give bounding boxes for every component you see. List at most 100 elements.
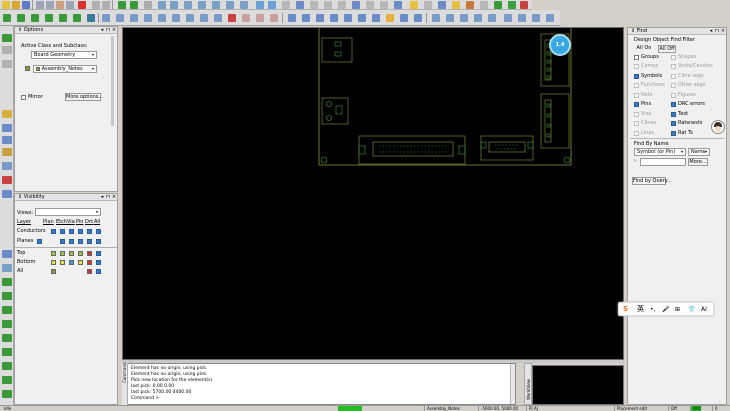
copy-icon[interactable] [36, 1, 44, 9]
glossing-icon[interactable] [2, 390, 12, 398]
redraw-icon[interactable] [256, 1, 264, 9]
edit-icon[interactable] [56, 1, 64, 9]
visibility-icon[interactable] [366, 1, 374, 9]
dimension-icon[interactable] [214, 14, 222, 22]
find-name-input[interactable] [640, 158, 686, 166]
sogou-logo-icon[interactable]: S [623, 305, 628, 314]
top-etch-swatch[interactable] [60, 251, 65, 256]
merge-icon[interactable] [172, 14, 180, 22]
punctuation-icon[interactable]: •, [650, 305, 655, 314]
planes-pin-checkbox[interactable] [69, 239, 74, 244]
sliders-icon[interactable] [2, 148, 12, 156]
command-window[interactable]: Element has no origin, using pick. Eleme… [122, 363, 516, 405]
swap-icon[interactable] [288, 14, 296, 22]
spread-icon[interactable] [73, 14, 81, 22]
properties-icon[interactable] [66, 1, 74, 9]
shapes-checkbox[interactable] [671, 55, 676, 60]
report-icon[interactable] [480, 1, 488, 9]
all-plan-swatch[interactable] [51, 269, 56, 274]
panel-close-icon[interactable]: × [111, 194, 117, 201]
snap-icon[interactable] [324, 1, 332, 9]
conductors-via-checkbox[interactable] [60, 229, 65, 234]
pencil-icon[interactable] [2, 110, 12, 118]
panel-close-icon[interactable]: × [720, 28, 726, 35]
keyboard-icon[interactable]: ⊞ [675, 305, 680, 314]
all-all-checkbox[interactable] [96, 269, 101, 274]
tune-icon[interactable] [2, 362, 12, 370]
nets-checkbox[interactable] [634, 93, 639, 98]
zoom-world-icon[interactable] [226, 1, 234, 9]
ungroup-icon[interactable] [414, 14, 422, 22]
arc-icon[interactable] [2, 306, 12, 314]
step-icon[interactable] [532, 14, 540, 22]
clines-checkbox[interactable] [634, 121, 639, 126]
delay-tune-icon[interactable] [31, 14, 39, 22]
avatar[interactable]: 1.4 [549, 34, 571, 56]
highlight-icon[interactable] [410, 1, 418, 9]
wire-icon[interactable] [2, 292, 12, 300]
views-select[interactable]: ▾ [35, 208, 101, 216]
color-icon[interactable] [352, 1, 360, 9]
circle-icon[interactable] [130, 14, 138, 22]
bottom-drc-swatch[interactable] [87, 260, 92, 265]
delete-icon[interactable] [78, 1, 86, 9]
open-file-icon[interactable] [12, 1, 20, 9]
mirror-checkbox[interactable] [21, 95, 26, 100]
design-canvas[interactable]: 1.4 [122, 27, 624, 360]
stop-icon[interactable] [520, 1, 528, 9]
find-mode-select[interactable]: Name ▾ [688, 148, 710, 156]
options-tab-icon[interactable] [2, 34, 12, 42]
via-icon[interactable] [2, 376, 12, 384]
layers-icon[interactable] [2, 124, 12, 132]
line-icon[interactable] [2, 250, 12, 258]
conductors-all-checkbox[interactable] [96, 229, 101, 234]
export-icon[interactable] [446, 14, 454, 22]
voids-checkbox[interactable] [671, 64, 676, 69]
options-scrollbar[interactable] [111, 36, 114, 126]
slide-icon[interactable] [17, 14, 25, 22]
artwork-icon[interactable] [488, 14, 496, 22]
ratsnest-icon[interactable] [144, 1, 152, 9]
command-scrollbar[interactable] [510, 364, 515, 404]
planes-via-checkbox[interactable] [60, 239, 65, 244]
bottom-pin-swatch[interactable] [78, 260, 83, 265]
select-shape-icon[interactable] [200, 14, 208, 22]
functions-checkbox[interactable] [634, 83, 639, 88]
shape-icon[interactable] [102, 14, 110, 22]
find-by-query-button[interactable]: Find by Query... [632, 177, 672, 185]
film-icon[interactable] [432, 14, 440, 22]
unrats-icon[interactable] [394, 1, 402, 9]
align-icon[interactable] [330, 14, 338, 22]
grid-view-icon[interactable] [2, 264, 12, 272]
shadow-icon[interactable] [380, 1, 388, 9]
zoom-in-icon[interactable] [158, 1, 166, 9]
symbols-checkbox[interactable] [634, 74, 639, 79]
bottom-plan-swatch[interactable] [51, 260, 56, 265]
pin-icon[interactable] [118, 1, 126, 9]
drc-marker-icon[interactable] [2, 176, 12, 184]
polygon-icon[interactable] [144, 14, 152, 22]
subclass-color-swatch[interactable] [25, 66, 30, 71]
zoom-previous-icon[interactable] [212, 1, 220, 9]
text-icon[interactable] [2, 162, 12, 170]
top-via-swatch[interactable] [69, 251, 74, 256]
import-icon[interactable] [460, 14, 468, 22]
zoom-window-icon[interactable] [198, 1, 206, 9]
worldview-tab[interactable]: WorldView [524, 363, 532, 405]
diff-pair-icon[interactable] [2, 334, 12, 342]
panel-close-icon[interactable]: × [111, 27, 117, 34]
zoom-fit-icon[interactable] [184, 1, 192, 9]
split-icon[interactable] [518, 14, 526, 22]
route-icon[interactable] [2, 136, 12, 144]
undo-icon[interactable] [92, 1, 100, 9]
top-pin-swatch[interactable] [78, 251, 83, 256]
bend-icon[interactable] [2, 320, 12, 328]
language-toggle-icon[interactable]: 英 [637, 305, 644, 314]
rect-icon[interactable] [116, 14, 124, 22]
vias-checkbox[interactable] [634, 112, 639, 117]
ratsnests-checkbox[interactable] [671, 121, 676, 126]
drc-errors-checkbox[interactable] [671, 102, 676, 107]
find-type-select[interactable]: Symbol (or Pin) ▾ [634, 148, 686, 156]
custom-smooth-icon[interactable] [45, 14, 53, 22]
query-icon[interactable] [338, 1, 346, 9]
